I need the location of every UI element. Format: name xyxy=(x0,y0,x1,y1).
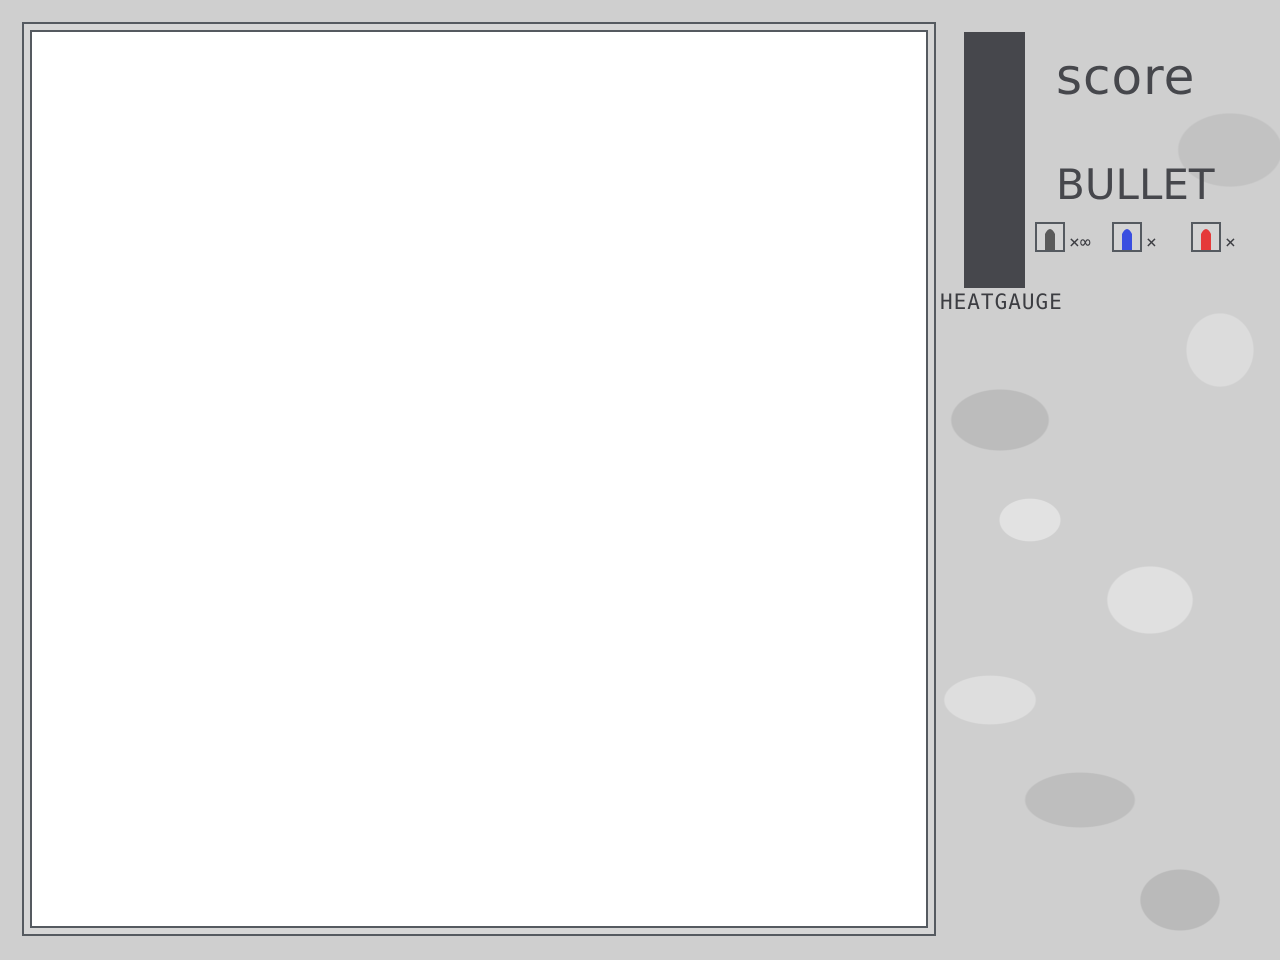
blue-bullet-shape xyxy=(1122,229,1132,250)
heat-gauge-label: HEATGAUGE xyxy=(940,290,1063,314)
ammo-count-red: × xyxy=(1225,232,1236,253)
game-playfield[interactable] xyxy=(30,30,928,928)
blue-bullet-icon xyxy=(1112,222,1142,252)
heat-gauge xyxy=(964,32,1025,288)
playfield-frame xyxy=(22,22,936,936)
ammo-count-blue: × xyxy=(1146,232,1157,253)
ammo-count-gray: ×∞ xyxy=(1069,232,1091,253)
score-label: score xyxy=(1056,48,1196,106)
red-bullet-icon xyxy=(1191,222,1221,252)
gray-bullet-shape xyxy=(1045,229,1055,250)
red-bullet-shape xyxy=(1201,229,1211,250)
bullet-label: BULLET xyxy=(1056,160,1215,209)
gray-bullet-icon xyxy=(1035,222,1065,252)
